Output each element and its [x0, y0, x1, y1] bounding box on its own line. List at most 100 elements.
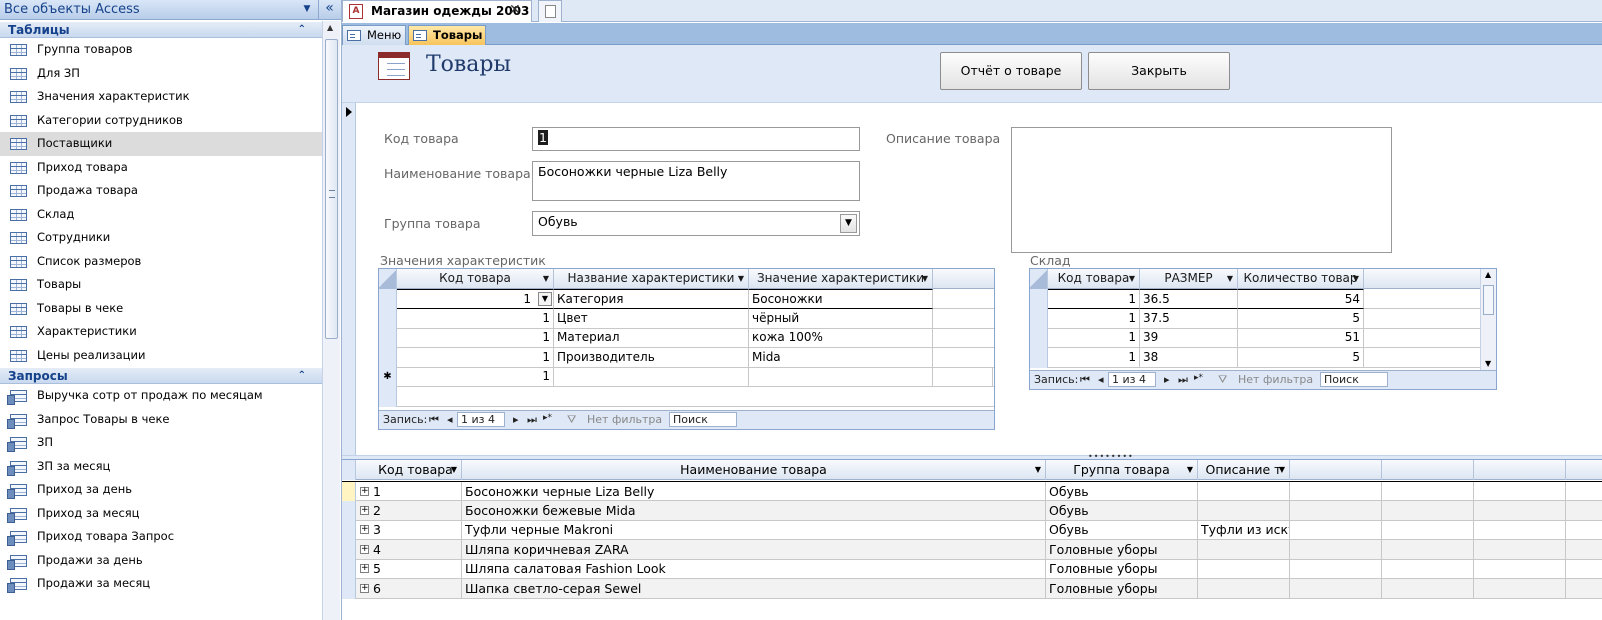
sort-arrow-icon[interactable]: ▼	[1187, 460, 1193, 479]
cell[interactable]: кожа 100%	[749, 328, 933, 348]
cell[interactable]: Шляпа коричневая ZARA	[462, 539, 1046, 560]
expand-icon[interactable]: +	[360, 487, 369, 496]
expand-icon[interactable]: +	[360, 564, 369, 574]
cell[interactable]	[1198, 482, 1290, 502]
cell[interactable]: 36.5	[1140, 289, 1238, 309]
cell[interactable]: 1	[1048, 328, 1140, 348]
nav-item[interactable]: Запрос Товары в чеке	[0, 408, 322, 432]
filter-status[interactable]: Нет фильтра	[1238, 373, 1313, 386]
sort-arrow-icon[interactable]: ▼	[543, 269, 549, 288]
nav-item[interactable]: Товары	[0, 273, 322, 297]
cell[interactable]	[1198, 579, 1290, 599]
chevron-double-up-icon[interactable]: ⌃	[298, 368, 306, 384]
cell[interactable]: Mida	[749, 347, 933, 368]
stock-scrollbar[interactable]: ▲ ▼	[1480, 269, 1496, 370]
nav-item[interactable]: Склад	[0, 203, 322, 227]
scroll-up-icon[interactable]: ▲	[327, 23, 333, 32]
cell[interactable]: Шапка светло-серая Sewel	[462, 579, 1046, 599]
prev-record-icon[interactable]: ◂	[447, 413, 453, 426]
nav-item[interactable]: ЗП	[0, 431, 322, 455]
record-position-input[interactable]: 1 из 4	[1108, 372, 1156, 387]
filter-icon[interactable]: ⛛	[1218, 373, 1227, 387]
cell[interactable]: Обувь	[1046, 520, 1198, 541]
sort-arrow-icon[interactable]: ▼	[1227, 269, 1233, 288]
cell[interactable]	[1198, 559, 1290, 580]
column-header[interactable]: Значение характеристики ▼	[749, 269, 933, 289]
cell[interactable]: 5	[1238, 347, 1364, 368]
row-selector[interactable]	[342, 482, 356, 502]
cell[interactable]: Туфли черные Makroni	[462, 520, 1046, 541]
table-row[interactable]: +1 Босоножки черные Liza Belly Обувь	[342, 481, 1602, 502]
nav-group-header[interactable]: Запросы ⌃	[0, 367, 322, 384]
close-form-button[interactable]: Закрыть	[1088, 52, 1230, 90]
cell[interactable]: Материал	[554, 328, 749, 348]
last-record-icon[interactable]: ⏭	[527, 413, 537, 427]
row-selector[interactable]	[342, 579, 356, 599]
new-record-nav-icon[interactable]: ▸*	[543, 413, 552, 423]
row-selector[interactable]	[379, 308, 397, 329]
select-all-corner[interactable]	[342, 460, 356, 480]
nav-group-header[interactable]: Таблицы ⌃	[0, 21, 322, 38]
next-record-icon[interactable]: ▸	[1164, 373, 1170, 386]
product-report-button[interactable]: Отчёт о товаре	[940, 52, 1082, 90]
cell[interactable]	[749, 367, 933, 387]
new-record-nav-icon[interactable]: ▸*	[1194, 373, 1203, 383]
cell[interactable]: 4	[370, 539, 462, 560]
cell[interactable]: 54	[1238, 289, 1364, 309]
nav-item[interactable]: Категории сотрудников	[0, 109, 322, 133]
subform-row[interactable]: 1 Цвет чёрный	[379, 308, 994, 329]
nav-item[interactable]: Список размеров	[0, 250, 322, 274]
table-row[interactable]: +6 Шапка светло-серая Sewel Головные уборы	[342, 579, 1602, 599]
last-record-icon[interactable]: ⏭	[1178, 373, 1188, 387]
subform-row[interactable]: 1 Материал кожа 100%	[379, 328, 994, 348]
row-selector[interactable]	[1030, 347, 1048, 368]
cell[interactable]: Босоножки	[749, 289, 933, 309]
cell[interactable]: 1	[397, 308, 554, 329]
table-row[interactable]: +2 Босоножки бежевые Mida Обувь	[342, 500, 1602, 521]
scrollbar-thumb[interactable]	[1483, 285, 1494, 315]
row-selector[interactable]	[379, 328, 397, 348]
cell[interactable]: Туфли из искус	[1198, 520, 1290, 541]
nav-item[interactable]: Продажи за месяц	[0, 572, 322, 596]
column-header[interactable]: Группа товара ▼	[1046, 460, 1198, 480]
column-header[interactable]: РАЗМЕР ▼	[1140, 269, 1238, 289]
column-header[interactable]: Код товара ▼	[397, 269, 554, 289]
table-row[interactable]: +5 Шляпа салатовая Fashion Look Головные у…	[342, 559, 1602, 580]
cell[interactable]: 6	[370, 579, 462, 599]
nav-item[interactable]: Значения характеристик	[0, 85, 322, 109]
stock-subform[interactable]: Код товара ▼ РАЗМЕР ▼ Количество товар ▼ 1 36.5…	[1029, 268, 1497, 390]
sort-arrow-icon[interactable]: ▼	[1035, 460, 1041, 479]
row-selector[interactable]	[342, 539, 356, 560]
cell[interactable]: 1	[397, 347, 554, 368]
tab-goods[interactable]: Товары	[408, 25, 486, 45]
nav-item[interactable]: Приход за день	[0, 478, 322, 502]
cell[interactable]	[933, 367, 993, 387]
column-header[interactable]: Наименование товара ▼	[462, 460, 1046, 480]
cell[interactable]: 1	[370, 482, 462, 502]
subform-row[interactable]: 1 ▼ Категория Босоножки	[379, 289, 994, 309]
nav-scrollbar[interactable]: ▲	[322, 21, 340, 620]
cell[interactable]: Босоножки бежевые Mida	[462, 500, 1046, 521]
nav-item[interactable]: Приход за месяц	[0, 502, 322, 526]
row-selector[interactable]	[1030, 328, 1048, 348]
cell[interactable]: Головные уборы	[1046, 579, 1198, 599]
nav-item[interactable]: Приход товара	[0, 156, 322, 180]
tab-database[interactable]: A Магазин одежды 2003 ✕	[342, 0, 532, 22]
expand-icon[interactable]: +	[360, 505, 369, 515]
cell[interactable]: 2	[370, 500, 462, 521]
nav-pane-title[interactable]: Все объекты Access	[4, 2, 140, 17]
subform-row[interactable]: 1 39 51	[1030, 328, 1496, 348]
next-record-icon[interactable]: ▸	[513, 413, 519, 426]
column-header[interactable]: Описание т ▼	[1198, 460, 1290, 480]
row-selector[interactable]	[342, 520, 356, 541]
cell[interactable]: 5	[370, 559, 462, 580]
cell[interactable]: Шляпа салатовая Fashion Look	[462, 559, 1046, 580]
nav-item[interactable]: Характеристики	[0, 320, 322, 344]
nav-item[interactable]: Поставщики	[0, 132, 322, 156]
goods-datasheet[interactable]: Код товара ▼ Наименование товара ▼ Группа то…	[342, 460, 1602, 620]
cell[interactable]: 1	[1048, 289, 1140, 309]
cell[interactable]: Цвет	[554, 308, 749, 329]
nav-item[interactable]: Группа товаров	[0, 38, 322, 62]
nav-item[interactable]: Продажа товара	[0, 179, 322, 203]
nav-pane-header[interactable]: Все объекты Access ▼ «	[0, 0, 341, 20]
